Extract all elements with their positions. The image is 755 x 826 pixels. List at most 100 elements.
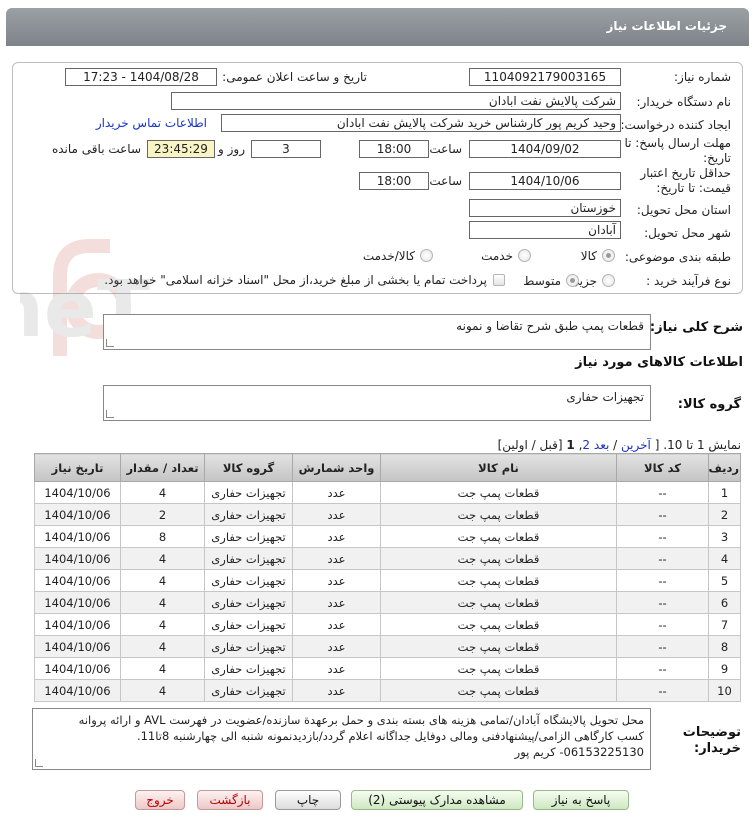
table-cell: -- — [616, 591, 709, 614]
table-cell: -- — [616, 569, 709, 592]
table-cell: قطعات پمپ جت — [380, 569, 617, 592]
table-cell: 4 — [708, 547, 741, 570]
table-cell: قطعات پمپ جت — [380, 525, 617, 548]
table-cell: 1404/10/06 — [34, 525, 121, 548]
table-row: 8 -- قطعات پمپ جت عدد تجهیزات حفاری 4 1404/10/… — [34, 635, 741, 658]
table-cell: 3 — [708, 525, 741, 548]
table-cell: -- — [616, 679, 709, 702]
table-row: 2 -- قطعات پمپ جت عدد تجهیزات حفاری 2 1404/10/… — [34, 503, 741, 526]
goods-group-label: گروه کالا: — [677, 397, 741, 412]
table-cell: -- — [616, 657, 709, 680]
table-cell: -- — [616, 481, 709, 504]
category-radio-goods-service[interactable] — [420, 249, 433, 262]
city-field: آبادان — [469, 221, 621, 239]
table-row: 3 -- قطعات پمپ جت عدد تجهیزات حفاری 8 1404/10/… — [34, 525, 741, 548]
table-row: 5 -- قطعات پمپ جت عدد تجهیزات حفاری 4 1404/10/… — [34, 569, 741, 592]
table-cell: 9 — [708, 657, 741, 680]
pagination-page-2[interactable]: 2 — [582, 438, 590, 452]
table-cell: قطعات پمپ جت — [380, 591, 617, 614]
table-cell: 1 — [708, 481, 741, 504]
table-cell: 1404/10/06 — [34, 679, 121, 702]
purchase-option-medium: متوسط — [523, 274, 561, 288]
table-cell: 4 — [120, 657, 205, 680]
pagination-prefix: نمایش 1 تا 10. — [663, 438, 741, 452]
pagination-last-link[interactable]: آخرین — [621, 438, 651, 452]
table-cell: 2 — [120, 503, 205, 526]
pagination: نمایش 1 تا 10. [ آخرین / بعد 2, 1 [قبل /… — [497, 438, 741, 452]
table-cell: 4 — [120, 591, 205, 614]
treasury-payment-checkbox[interactable] — [493, 274, 505, 286]
table-cell: قطعات پمپ جت — [380, 613, 617, 636]
table-cell: 4 — [120, 569, 205, 592]
exit-button[interactable]: خروج — [135, 790, 185, 810]
goods-group-field: تجهیزات حفاری — [103, 385, 651, 421]
reply-button[interactable]: پاسخ به نیاز — [533, 790, 629, 810]
price-validity-time-label: ساعت — [429, 174, 462, 188]
resize-grip-icon[interactable] — [106, 339, 114, 347]
table-cell: تجهیزات حفاری — [204, 547, 293, 570]
table-cell: عدد — [292, 503, 381, 526]
table-body: 1 -- قطعات پمپ جت عدد تجهیزات حفاری 4 1404/10/… — [34, 481, 741, 702]
table-cell: تجهیزات حفاری — [204, 591, 293, 614]
table-cell: عدد — [292, 657, 381, 680]
announce-datetime-field: 1404/08/28 - 17:23 — [65, 68, 217, 86]
price-validity-label: حداقل تاریخ اعتبار قیمت: تا تاریخ: — [640, 166, 731, 195]
table-cell: تجهیزات حفاری — [204, 525, 293, 548]
pagination-separator: / — [613, 438, 618, 452]
table-cell: قطعات پمپ جت — [380, 481, 617, 504]
purchase-radio-medium[interactable] — [566, 274, 579, 287]
province-field: خوزستان — [469, 199, 621, 217]
table-cell: -- — [616, 503, 709, 526]
purchase-radio-minor[interactable] — [602, 274, 615, 287]
city-label: شهر محل تحویل: — [644, 226, 731, 240]
table-cell: 4 — [120, 481, 205, 504]
column-header: نام کالا — [380, 453, 617, 482]
table-cell: تجهیزات حفاری — [204, 679, 293, 702]
table-cell: تجهیزات حفاری — [204, 657, 293, 680]
category-radio-service[interactable] — [518, 249, 531, 262]
print-button[interactable]: چاپ — [275, 790, 341, 810]
category-option-goods-service: کالا/خدمت — [362, 249, 415, 263]
pagination-next-link[interactable]: بعد — [594, 438, 609, 452]
province-label: استان محل تحویل: — [636, 203, 731, 217]
table-cell: 8 — [708, 635, 741, 658]
table-cell: 1404/10/06 — [34, 503, 121, 526]
table-cell: -- — [616, 547, 709, 570]
table-cell: 4 — [120, 679, 205, 702]
table-cell: قطعات پمپ جت — [380, 657, 617, 680]
back-button[interactable]: بازگشت — [197, 790, 263, 810]
attachments-button[interactable]: مشاهده مدارک پیوستی (2) — [351, 790, 523, 810]
remaining-time-label: ساعت باقی مانده — [51, 142, 141, 156]
requester-label: ایجاد کننده درخواست: — [620, 118, 731, 132]
buyer-notes-label: توضیحات خریدار: — [682, 725, 741, 756]
table-cell: 1404/10/06 — [34, 481, 121, 504]
column-header: ردیف — [708, 453, 741, 482]
buyer-notes-field: محل تحویل پالایشگاه آبادان/تمامی هزینه ه… — [32, 708, 651, 770]
resize-grip-icon[interactable] — [35, 759, 43, 767]
table-row: 9 -- قطعات پمپ جت عدد تجهیزات حفاری 4 1404/10/… — [34, 657, 741, 680]
need-number-label: شماره نیاز: — [674, 70, 731, 84]
category-radio-goods[interactable] — [602, 249, 615, 262]
treasury-payment-note: پرداخت تمام یا بخشی از مبلغ خرید،از محل … — [104, 273, 487, 287]
table-cell: -- — [616, 613, 709, 636]
page-title: جزئیات اطلاعات نیاز — [606, 19, 727, 33]
table-cell: عدد — [292, 679, 381, 702]
resize-grip-icon[interactable] — [106, 410, 114, 418]
reply-deadline-time: 18:00 — [359, 140, 429, 158]
column-header: کد کالا — [616, 453, 709, 482]
reply-deadline-time-label: ساعت — [429, 142, 462, 156]
table-cell: 10 — [708, 679, 741, 702]
pagination-open-bracket: [ — [654, 438, 660, 452]
table-cell: تجهیزات حفاری — [204, 569, 293, 592]
announce-datetime-label: تاریخ و ساعت اعلان عمومی: — [222, 70, 367, 84]
buyer-org-label: نام دستگاه خریدار: — [636, 95, 732, 109]
table-cell: 1404/10/06 — [34, 657, 121, 680]
page-header: جزئیات اطلاعات نیاز — [6, 8, 749, 46]
table-cell: قطعات پمپ جت — [380, 635, 617, 658]
pagination-page-1: 1 — [566, 438, 575, 452]
table-row: 1 -- قطعات پمپ جت عدد تجهیزات حفاری 4 1404/10/… — [34, 481, 741, 504]
price-validity-date: 1404/10/06 — [469, 172, 621, 190]
column-header: واحد شمارش — [292, 453, 381, 482]
goods-group-text: تجهیزات حفاری — [566, 390, 644, 404]
buyer-contact-link[interactable]: اطلاعات تماس خریدار — [96, 116, 207, 130]
